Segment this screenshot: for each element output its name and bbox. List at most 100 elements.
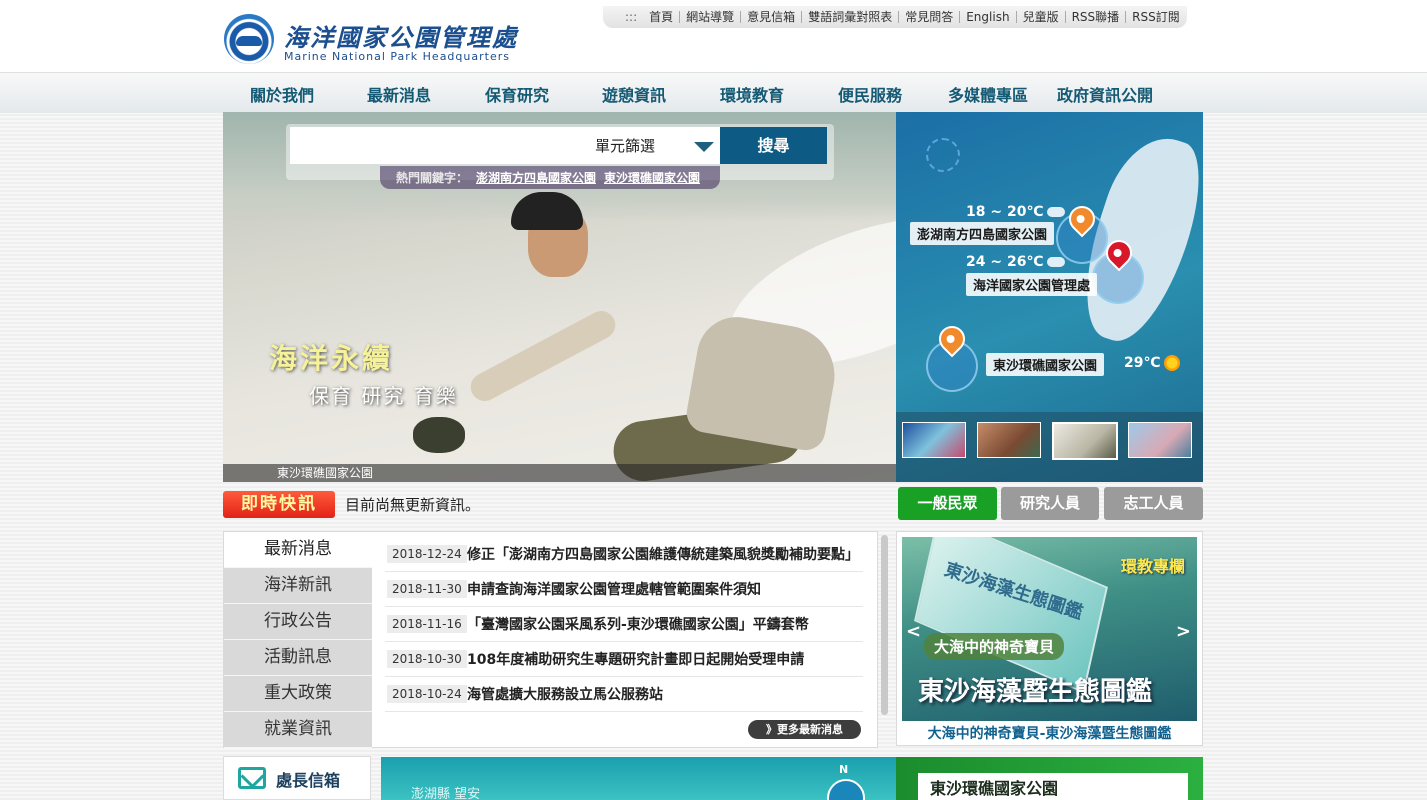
news-panel: 最新消息 海洋新訊 行政公告 活動訊息 重大政策 就業資訊 2018-12-24… [223,531,888,748]
banner-person-arm [465,306,621,406]
news-title[interactable]: 108年度補助研究生專題研究計畫即日起開始受理申請 [467,649,861,669]
news-tab-latest[interactable]: 最新消息 [224,532,372,568]
map-label-hq[interactable]: 海洋國家公園管理處 [966,273,1098,296]
audience-tab-public[interactable]: 一般民眾 [898,487,997,520]
mail-icon [238,767,266,789]
hot-keyword-penghu[interactable]: 澎湖南方四島國家公園 [476,169,596,186]
hot-keyword-dongsha[interactable]: 東沙環礁國家公園 [604,169,700,186]
carousel-next-icon[interactable]: > [1176,621,1191,642]
news-tab-ocean[interactable]: 海洋新訊 [224,568,372,604]
nav-gov-info[interactable]: 政府資訊公開 [1057,82,1153,106]
nav-services[interactable]: 便民服務 [838,82,902,106]
map-temp-hq: 24 ~ 26℃ [966,254,1066,270]
news-tab-policy[interactable]: 重大政策 [224,676,372,712]
news-title[interactable]: 「臺灣國家公園采風系列-東沙環礁國家公園」平鑄套幣 [467,614,861,634]
compass-icon [926,138,960,172]
logo-title-en: Marine National Park Headquarters [284,50,510,63]
map-temp-penghu: 18 ~ 20℃ [966,204,1066,220]
audience-tab-research[interactable]: 研究人員 [1001,487,1099,520]
util-link-rss-subscribe[interactable]: RSS訂閱 [1126,11,1186,23]
news-tabs: 最新消息 海洋新訊 行政公告 活動訊息 重大政策 就業資訊 [224,532,372,748]
news-date: 2018-12-24 [387,545,467,563]
nav-recreation[interactable]: 遊憩資訊 [602,82,666,106]
compass-rose-icon [827,779,865,800]
site-logo[interactable]: 海洋國家公園管理處 Marine National Park Headquart… [224,14,516,66]
north-label: N [839,763,849,776]
unit-filter-select[interactable]: 單元篩選 [590,127,720,164]
news-scrollbar[interactable] [881,535,888,715]
map-label-dongsha[interactable]: 東沙環礁國家公園 [986,353,1105,376]
util-link-kids[interactable]: 兒童版 [1017,11,1066,23]
map-temp-hq-value: 24 ~ 26℃ [966,254,1044,270]
news-date: 2018-11-30 [387,580,467,598]
banner-thumbnails [896,412,1203,482]
news-date: 2018-11-16 [387,615,467,633]
map-temp-penghu-value: 18 ~ 20℃ [966,204,1044,220]
utility-links: ::: 首頁 網站導覽 意見信箱 雙語詞彙對照表 常見問答 English 兒童… [603,6,1187,28]
news-title[interactable]: 修正「澎湖南方四島國家公園維護傳統建築風貌獎勵補助要點」 [467,544,861,564]
news-row[interactable]: 2018-11-30 申請查詢海洋國家公園管理處轄管範圍案件須知 [385,572,863,607]
banner-slogan-sub: 保育 研究 育樂 [309,384,458,408]
nav-education[interactable]: 環境教育 [720,82,784,106]
carousel-prev-icon[interactable]: < [906,621,921,642]
nav-multimedia[interactable]: 多媒體專區 [948,82,1028,106]
park-section-header: 東沙環礁國家公園 [918,773,1188,800]
news-date: 2018-10-24 [387,685,467,703]
news-title[interactable]: 申請查詢海洋國家公園管理處轄管範圍案件須知 [467,579,861,599]
util-link-rss-feed[interactable]: RSS聯播 [1066,11,1127,23]
news-tab-jobs[interactable]: 就業資訊 [224,712,372,748]
map-temp-dongsha: 29℃ [1124,355,1181,371]
logo-title-cn: 海洋國家公園管理處 [284,23,518,52]
promo-panel: 東沙海藻生態圖鑑 環教專欄 大海中的神奇寶貝 東沙海藻暨生態圖鑑 < > 大海中… [896,531,1203,746]
instant-news-text: 目前尚無更新資訊。 [345,496,481,514]
cloud-icon [1047,257,1066,267]
util-link-faq[interactable]: 常見問答 [899,11,961,23]
news-row[interactable]: 2018-10-24 海管處擴大服務設立馬公服務站 [385,677,863,712]
audience-tab-research-label: 研究人員 [1019,494,1080,512]
more-news-button[interactable]: 》更多最新消息 [748,720,861,739]
audience-tab-volunteer[interactable]: 志工人員 [1104,487,1203,520]
nav-conservation[interactable]: 保育研究 [485,82,549,106]
thumbnail-4[interactable] [1128,422,1192,458]
news-title[interactable]: 海管處擴大服務設立馬公服務站 [467,684,861,704]
promo-subtitle: 大海中的神奇寶貝 [924,633,1065,660]
map-temp-dongsha-value: 29℃ [1124,355,1161,371]
region-map-label: 澎湖縣 望安 [411,787,481,800]
instant-news-label: 即時快訊 [223,491,335,518]
thumbnail-3-active[interactable] [1052,422,1118,460]
util-link-glossary[interactable]: 雙語詞彙對照表 [802,11,900,23]
search-input[interactable] [290,127,590,164]
audience-tab-volunteer-label: 志工人員 [1123,494,1184,512]
util-link-sitemap[interactable]: 網站導覽 [680,11,742,23]
news-row[interactable]: 2018-12-24 修正「澎湖南方四島國家公園維護傳統建築風貌獎勵補助要點」 [385,537,863,572]
director-mailbox[interactable]: 處長信箱 [223,756,371,800]
main-nav: 關於我們 最新消息 保育研究 遊憩資訊 環境教育 便民服務 多媒體專區 政府資訊… [0,72,1427,113]
hero-banner[interactable]: 單元篩選 搜尋 熱門關鍵字： 澎湖南方四島國家公園 東沙環礁國家公園 海洋永續 … [223,112,896,482]
thumbnail-2[interactable] [977,422,1041,458]
banner-caption: 東沙環礁國家公園 [223,464,896,482]
region-map[interactable]: 澎湖縣 望安 N [381,757,896,800]
search-button[interactable]: 搜尋 [720,127,827,164]
nav-about[interactable]: 關於我們 [250,82,314,106]
promo-caption[interactable]: 大海中的神奇寶貝-東沙海藻暨生態圖鑑 [897,723,1202,743]
audience-tab-public-label: 一般民眾 [917,494,978,512]
util-link-english[interactable]: English [960,11,1017,23]
map-label-penghu[interactable]: 澎湖南方四島國家公園 [910,222,1055,245]
banner-rock [413,417,465,453]
thumbnail-1[interactable] [902,422,966,458]
news-tab-admin[interactable]: 行政公告 [224,604,372,640]
util-link-feedback[interactable]: 意見信箱 [741,11,803,23]
promo-carousel-image[interactable]: 東沙海藻生態圖鑑 環教專欄 大海中的神奇寶貝 東沙海藻暨生態圖鑑 < > [902,537,1197,721]
news-row[interactable]: 2018-10-30 108年度補助研究生專題研究計畫即日起開始受理申請 [385,642,863,677]
promo-tag: 環教專欄 [1120,557,1185,576]
chevron-down-icon [694,142,714,152]
nav-news[interactable]: 最新消息 [367,82,431,106]
logo-emblem-icon [224,14,274,64]
park-map: 18 ~ 20℃ 澎湖南方四島國家公園 24 ~ 26℃ 海洋國家公園管理處 東… [896,112,1203,482]
header: 海洋國家公園管理處 Marine National Park Headquart… [0,0,1427,72]
park-section-title[interactable]: 東沙環礁國家公園 [930,775,1058,799]
util-link-home[interactable]: 首頁 [643,11,681,23]
news-row[interactable]: 2018-11-16 「臺灣國家公園采風系列-東沙環礁國家公園」平鑄套幣 [385,607,863,642]
news-tab-events[interactable]: 活動訊息 [224,640,372,676]
accesskey-marker[interactable]: ::: [625,10,637,24]
